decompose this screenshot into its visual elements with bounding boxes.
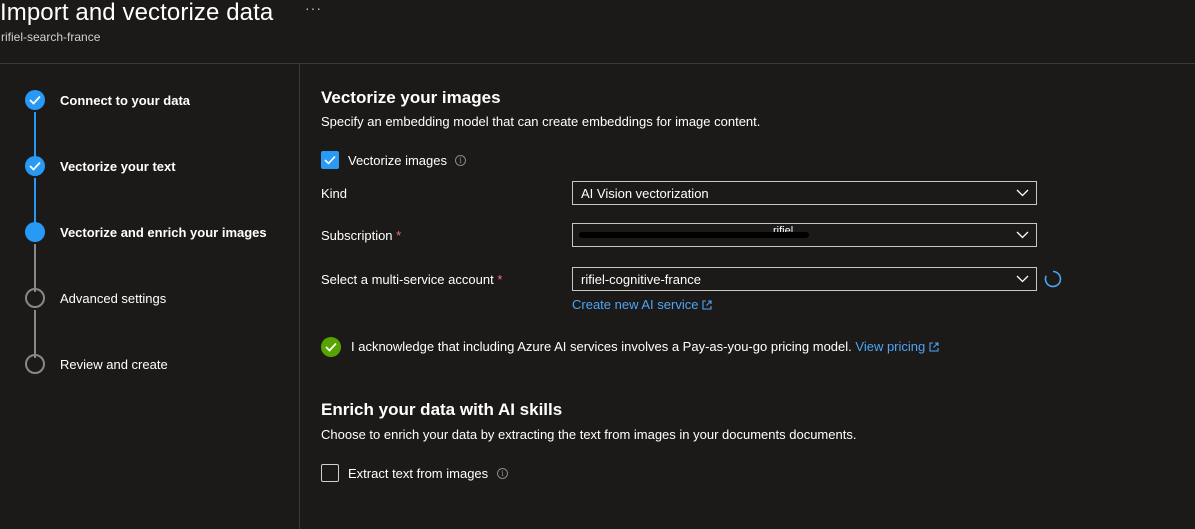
step-current-icon: [25, 222, 45, 242]
step-advanced-settings[interactable]: Advanced settings: [60, 291, 166, 306]
info-icon[interactable]: i: [455, 155, 466, 166]
kind-dropdown[interactable]: AI Vision vectorization: [572, 181, 1037, 205]
kind-label: Kind: [321, 186, 348, 201]
info-icon[interactable]: i: [497, 468, 508, 479]
chevron-down-icon: [1016, 275, 1029, 283]
step-vectorize-images[interactable]: Vectorize and enrich your images: [60, 225, 267, 240]
vectorize-images-label[interactable]: Vectorize images: [348, 153, 447, 168]
extract-text-label[interactable]: Extract text from images: [348, 466, 488, 481]
account-value: rifiel-cognitive-france: [581, 272, 701, 287]
redacted-subscription: [579, 232, 809, 238]
step-connector: [34, 112, 36, 160]
chevron-down-icon: [1016, 231, 1029, 239]
acknowledge-text: I acknowledge that including Azure AI se…: [351, 339, 939, 354]
external-link-icon: [702, 300, 713, 310]
section-heading-enrich: Enrich your data with AI skills: [321, 400, 563, 419]
view-pricing-link[interactable]: View pricing: [855, 339, 939, 354]
success-check-icon: [321, 337, 341, 357]
step-connect-data[interactable]: Connect to your data: [60, 93, 190, 108]
create-ai-service-link[interactable]: Create new AI service: [572, 297, 713, 312]
step-complete-icon: [25, 156, 45, 176]
page-title: Import and vectorize data: [0, 0, 274, 26]
external-link-icon: [929, 342, 939, 352]
step-connector: [34, 178, 36, 226]
vectorize-images-checkbox[interactable]: [321, 151, 339, 169]
section-heading-vectorize: Vectorize your images: [321, 88, 501, 107]
main-content: Vectorize your images Specify an embeddi…: [321, 64, 1191, 529]
more-options-icon[interactable]: ···: [305, 0, 322, 16]
resource-name: rifiel-search-france: [1, 30, 101, 44]
section-description-enrich: Choose to enrich your data by extracting…: [321, 427, 857, 442]
step-connector: [34, 310, 36, 358]
step-vectorize-text[interactable]: Vectorize your text: [60, 159, 176, 174]
step-pending-icon: [25, 288, 45, 308]
section-description-vectorize: Specify an embedding model that can crea…: [321, 114, 761, 129]
subscription-label: Subscription *: [321, 228, 402, 243]
step-connector: [34, 244, 36, 292]
refresh-icon[interactable]: [1043, 269, 1063, 289]
kind-value: AI Vision vectorization: [581, 186, 709, 201]
account-dropdown[interactable]: rifiel-cognitive-france: [572, 267, 1037, 291]
step-complete-icon: [25, 90, 45, 110]
extract-text-checkbox[interactable]: [321, 464, 339, 482]
step-review-create[interactable]: Review and create: [60, 357, 168, 372]
step-pending-icon: [25, 354, 45, 374]
chevron-down-icon: [1016, 189, 1029, 197]
wizard-stepper: Connect to your data Vectorize your text…: [0, 64, 300, 529]
account-label: Select a multi-service account *: [321, 272, 503, 287]
page-header: Import and vectorize data rifiel-search-…: [0, 0, 1195, 64]
subscription-dropdown[interactable]: rifiel: [572, 223, 1037, 247]
